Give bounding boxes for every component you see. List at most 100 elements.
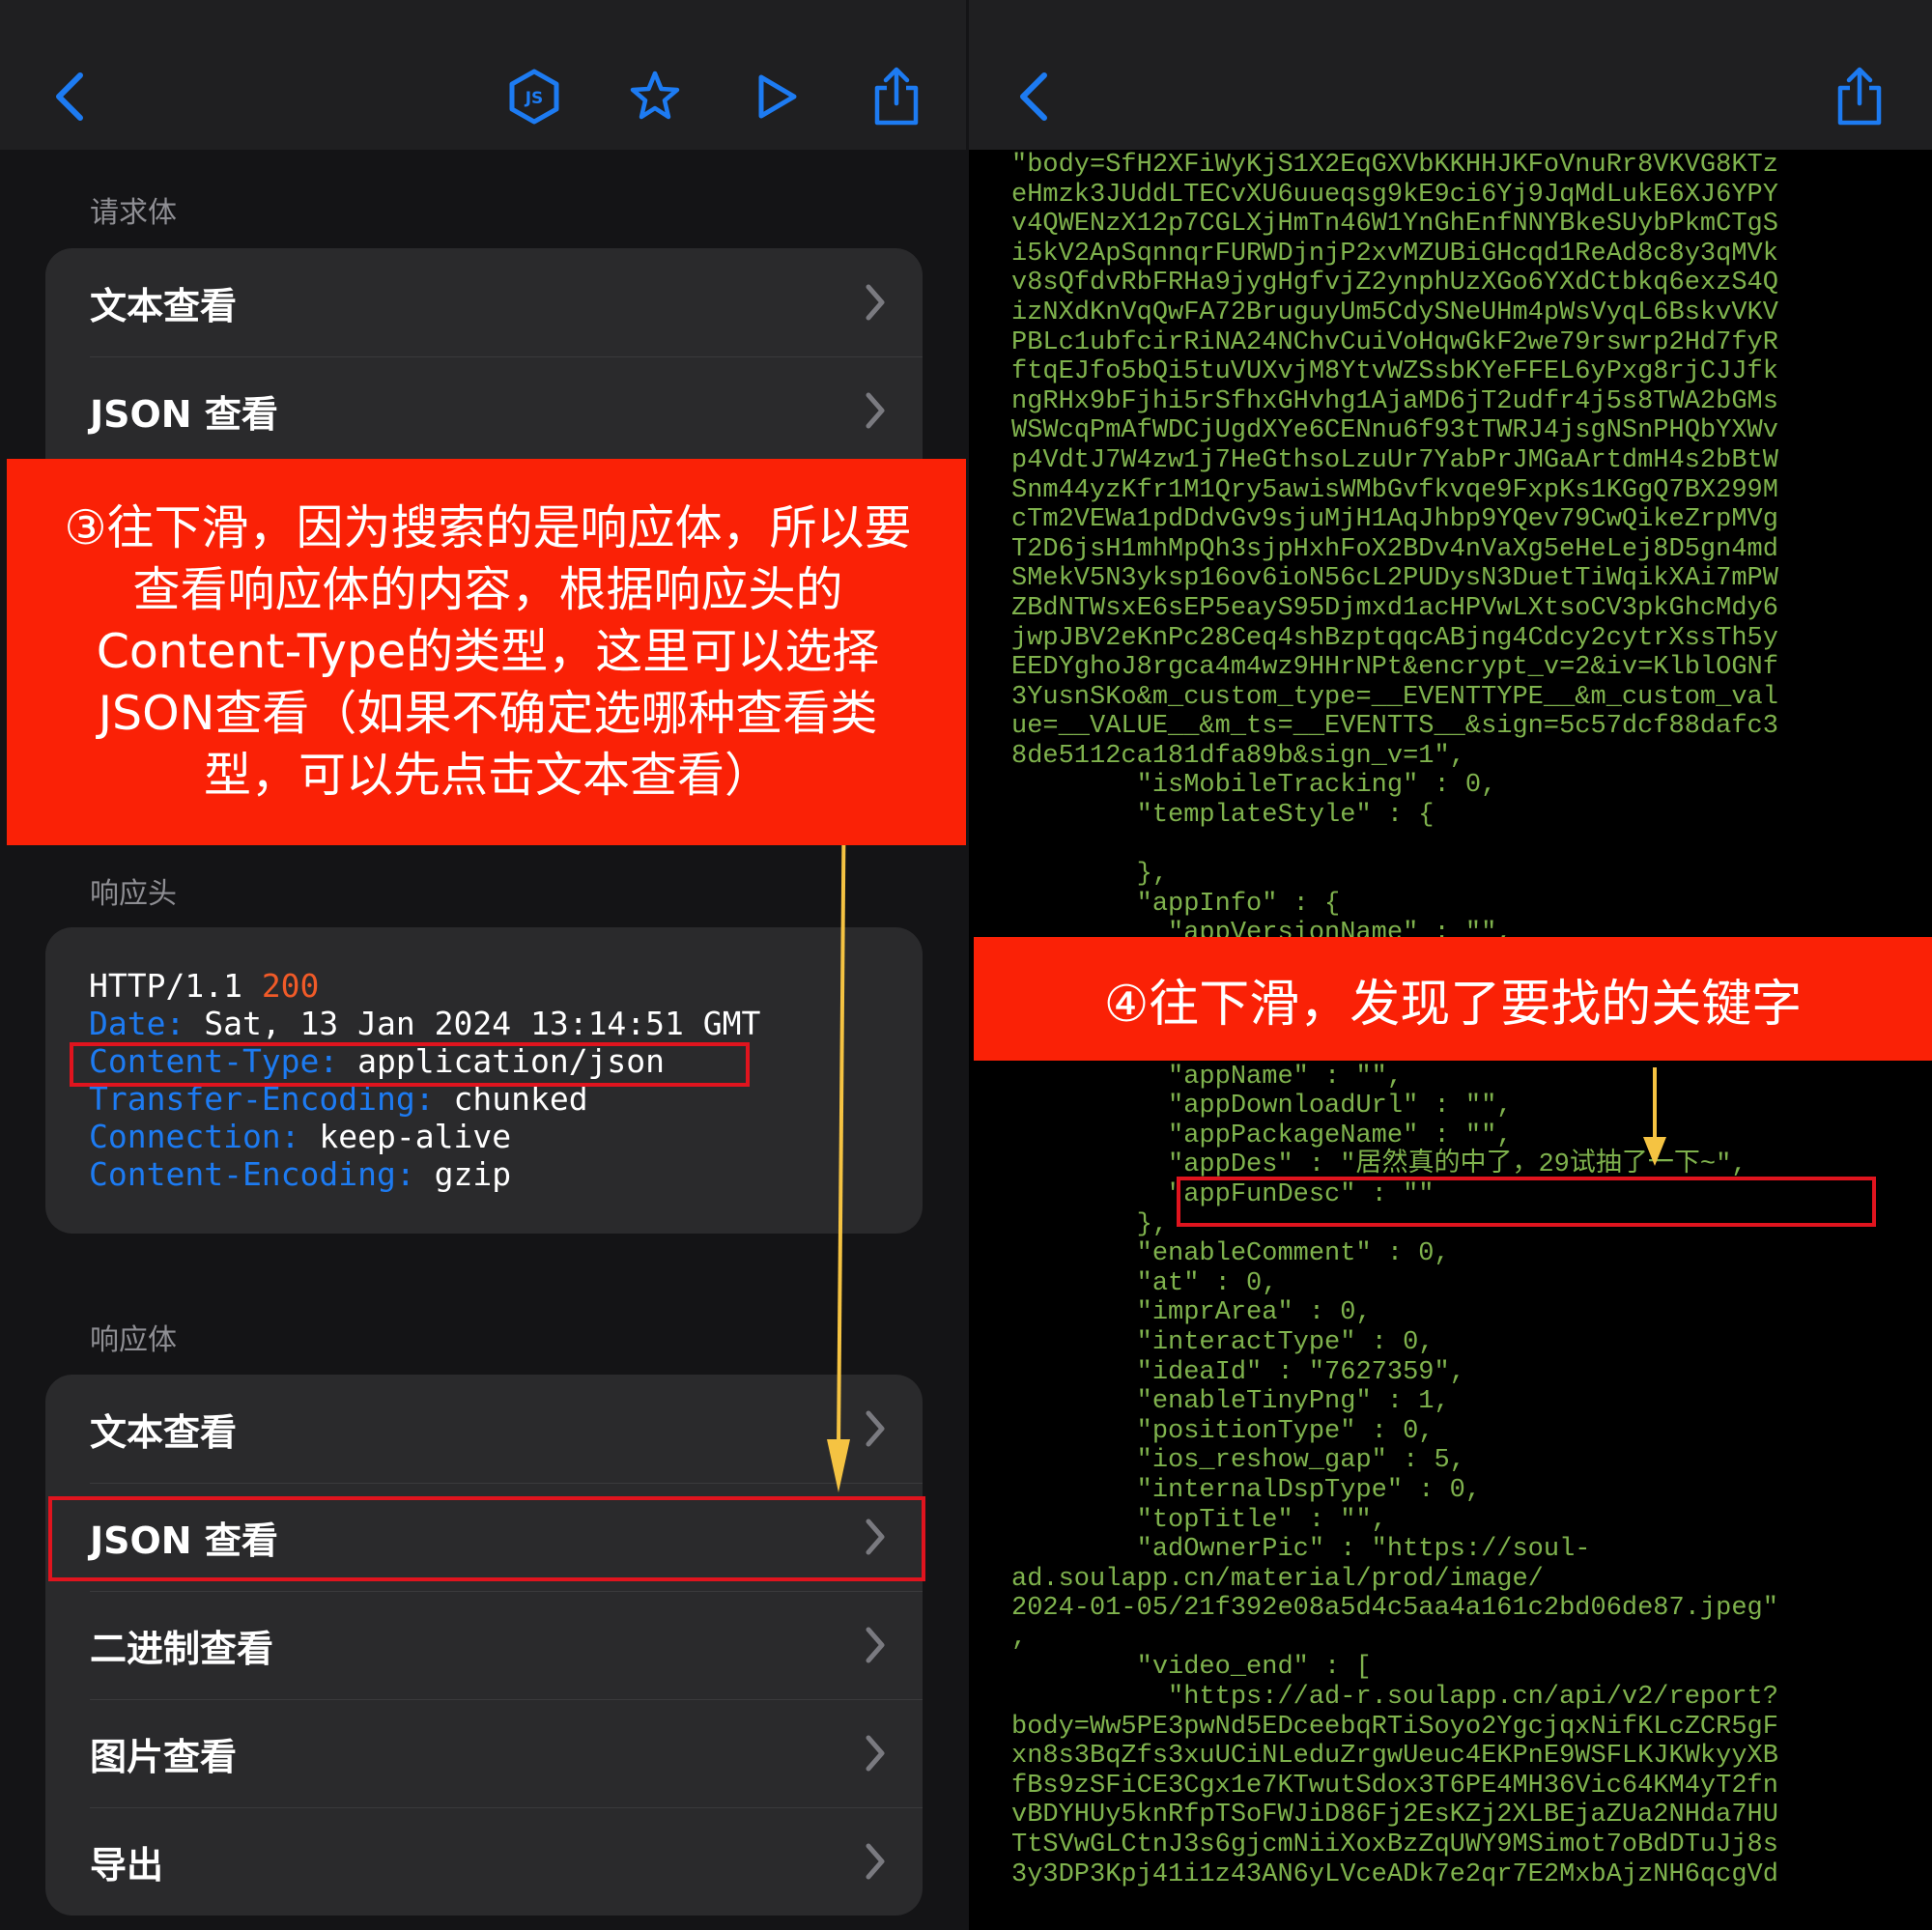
header-value: gzip xyxy=(414,1155,512,1193)
code-line: eHmzk3JUddLTECvXU6uueqsg9kE9ci6Yj9JqMdLu… xyxy=(1011,180,1778,210)
code-line: "isMobileTracking" : 0, xyxy=(1011,771,1497,801)
code-line: EEDYghoJ8rgca4m4wz9HHrNPt&encrypt_v=2&iv… xyxy=(1011,653,1778,683)
code-line: "at" : 0, xyxy=(1011,1268,1278,1298)
header-content-encoding: Content-Encoding: gzip xyxy=(89,1155,511,1193)
header-connection: Connection: keep-alive xyxy=(89,1118,511,1155)
callout-text: ④往下滑，发现了要找的关键字 xyxy=(1103,975,1803,1034)
left-toolbar: JS xyxy=(0,0,966,150)
instruction-callout-4: ④往下滑，发现了要找的关键字 xyxy=(974,937,1932,1061)
code-line: "templateStyle" : { xyxy=(1011,801,1435,831)
code-line: i5kV2ApSqnnqrFURWDjnjP2xvMZUBiGHcqd1ReAd… xyxy=(1011,239,1778,269)
callout-line: 型，可以先点击文本查看） xyxy=(203,748,772,803)
response-binary-view-row[interactable]: 二进制查看 xyxy=(45,1591,923,1699)
code-line: "internalDspType" : 0, xyxy=(1011,1475,1482,1505)
code-line: , xyxy=(1011,1623,1028,1653)
row-label: 导出 xyxy=(90,1843,164,1887)
code-line: T2D6jsH1mhMpQh3sjpHxhFoX2BDv4nVaXg5eHeLe… xyxy=(1011,534,1778,564)
code-line: p4VdtJ7W4zw1j7HeGthsoLzuUr7YabPrJMGaArtd… xyxy=(1011,445,1778,475)
code-line: xn8s3BqZfs3xuUCiNLeduZrgwUeuc4EKPnE9WSFL… xyxy=(1011,1742,1778,1772)
right-screen: "body=SfH2XFiWyKjS1X2EqGXVbKKHHJKFoVnuRr… xyxy=(969,0,1932,1930)
left-screen: JS 请求体 文本查看 JSON 查看 响应头 HTTP/1.1 200 Dat… xyxy=(0,0,966,1930)
header-key: Connection: xyxy=(89,1118,300,1155)
down-arrow-icon xyxy=(1643,1067,1666,1166)
code-line: "https://ad-r.soulapp.cn/api/v2/report? xyxy=(1011,1683,1778,1713)
keyword-highlight xyxy=(1177,1177,1876,1227)
code-line: vBDYHUy5knRfpTSoFWJiD86Fj2EsKZj2XLBEjaZU… xyxy=(1011,1801,1778,1831)
share-button[interactable] xyxy=(1821,58,1898,135)
chevron-left-icon xyxy=(1020,72,1047,121)
code-line: "positionType" : 0, xyxy=(1011,1416,1435,1446)
callout-line: ③往下滑，因为搜索的是响应体，所以要 xyxy=(64,500,912,555)
code-line: jwpJBV2eKnPc28Ceq4shBzptqqcABjng4Cdcy2cy… xyxy=(1011,623,1778,653)
star-icon xyxy=(630,71,680,120)
code-line: "topTitle" : "", xyxy=(1011,1505,1387,1535)
play-icon xyxy=(758,74,797,119)
share-icon xyxy=(874,67,919,126)
favorite-button[interactable] xyxy=(616,58,694,135)
code-line: ftqEJfo5bQi5tuVUXvjM8YtvWZSsbKYeFFEL6yPx… xyxy=(1011,357,1778,387)
row-label: 二进制查看 xyxy=(90,1627,274,1670)
row-label: 文本查看 xyxy=(90,284,238,327)
code-line: "enableComment" : 0, xyxy=(1011,1239,1450,1269)
chevron-right-icon xyxy=(866,1627,885,1663)
response-body-card: 文本查看 JSON 查看 二进制查看 图片查看 导出 xyxy=(45,1375,923,1916)
row-label: 文本查看 xyxy=(90,1410,238,1454)
callout-line: Content-Type的类型，这里可以选择 xyxy=(96,624,880,679)
chevron-left-icon xyxy=(56,72,83,121)
content-type-highlight xyxy=(70,1042,750,1087)
js-hexagon-icon: JS xyxy=(509,69,559,125)
chevron-right-icon xyxy=(866,1410,885,1447)
callout-line: JSON查看（如果不确定选哪种查看类 xyxy=(98,686,878,741)
code-line: ZBdNTWsxE6sEP5eayS95Djmxd1acHPVwLXtsoCV3… xyxy=(1011,593,1778,623)
header-value: keep-alive xyxy=(299,1118,512,1155)
code-line: 2024-01-05/21f392e08a5d4c5aa4a161c2bd06d… xyxy=(1011,1594,1778,1624)
code-line: "body=SfH2XFiWyKjS1X2EqGXVbKKHHJKFoVnuRr… xyxy=(1011,151,1778,180)
response-body-label: 响应体 xyxy=(90,1323,177,1357)
header-date: Date: Sat, 13 Jan 2024 13:14:51 GMT xyxy=(89,1005,760,1042)
code-line: "video_end" : [ xyxy=(1011,1653,1372,1683)
back-button[interactable] xyxy=(996,58,1073,135)
code-line: ue=__VALUE__&m_ts=__EVENTTS__&sign=5c57d… xyxy=(1011,712,1778,742)
code-line: body=Ww5PE3pwNd5EDceebqRTiSoyo2YgcjqxNif… xyxy=(1011,1712,1778,1742)
chevron-right-icon xyxy=(866,284,885,321)
code-line: "imprArea" : 0, xyxy=(1011,1298,1372,1328)
code-line: "enableTinyPng" : 1, xyxy=(1011,1387,1450,1417)
code-line: "adOwnerPic" : "https://soul- xyxy=(1011,1535,1591,1565)
js-label: JS xyxy=(525,89,544,108)
status-code: 200 xyxy=(261,967,320,1005)
code-line: cTm2VEWa1pdDdvGv9sjuMjH1AqJhbp9YQev79CwQ… xyxy=(1011,505,1778,535)
request-json-view-row[interactable]: JSON 查看 xyxy=(45,356,923,465)
code-line: v8sQfdvRbFRHa9jygHgfvjZ2ynphUzXGo6YXdCtb… xyxy=(1011,269,1778,298)
code-line: "interactType" : 0, xyxy=(1011,1327,1435,1357)
back-button[interactable] xyxy=(32,58,109,135)
code-line: ngRHx9bFjhi5rSfhxGHvhg1AjaMD6jT2udfr4j5s… xyxy=(1011,386,1778,416)
code-line: TtSVwGLCtnJ3s6gjcmNiiXoxBzZqUWY9MSimot7o… xyxy=(1011,1831,1778,1860)
replay-button[interactable] xyxy=(737,58,814,135)
code-line: 3y3DP3Kpj41i1z43AN6yLVceADk7e2qr7E2MxbAj… xyxy=(1011,1859,1778,1889)
chevron-right-icon xyxy=(866,1843,885,1880)
response-image-view-row[interactable]: 图片查看 xyxy=(45,1699,923,1807)
code-line: SMekV5N3yksp16ov6ioN56cL2PUDysN3DuetTiWq… xyxy=(1011,564,1778,594)
chevron-right-icon xyxy=(866,392,885,429)
header-value: Sat, 13 Jan 2024 13:14:51 GMT xyxy=(185,1005,761,1042)
code-line: "ios_reshow_gap" : 5, xyxy=(1011,1446,1465,1476)
share-icon xyxy=(1837,67,1882,126)
share-button[interactable] xyxy=(858,58,935,135)
json-view-highlight xyxy=(48,1496,925,1581)
header-key: Date: xyxy=(89,1005,185,1042)
down-arrow-icon xyxy=(827,773,850,1492)
request-body-label: 请求体 xyxy=(90,196,177,230)
code-line: Snm44yzKfr1M1Qry5awisWMbGvfkvqe9FxpKs1KG… xyxy=(1011,475,1778,505)
row-label: 图片查看 xyxy=(90,1735,238,1778)
code-line: ad.soulapp.cn/material/prod/image/ xyxy=(1011,1564,1544,1594)
response-text-view-row[interactable]: 文本查看 xyxy=(45,1375,923,1483)
code-line: 3YusnSKo&m_custom_type=__EVENTTYPE__&m_c… xyxy=(1011,682,1778,712)
code-line: v4QWENzX12p7CGLXjHmTn46W1YnGhEnfNNYBkeSU… xyxy=(1011,210,1778,240)
code-line: "ideaId" : "7627359", xyxy=(1011,1357,1465,1387)
js-button[interactable]: JS xyxy=(496,58,573,135)
status-line: HTTP/1.1 200 xyxy=(89,967,319,1005)
response-export-row[interactable]: 导出 xyxy=(45,1807,923,1916)
request-text-view-row[interactable]: 文本查看 xyxy=(45,248,923,356)
code-line: WSWcqPmAfWDCjUgdXYe6CENnu6f93tTWRJ4jsgNS… xyxy=(1011,416,1778,446)
